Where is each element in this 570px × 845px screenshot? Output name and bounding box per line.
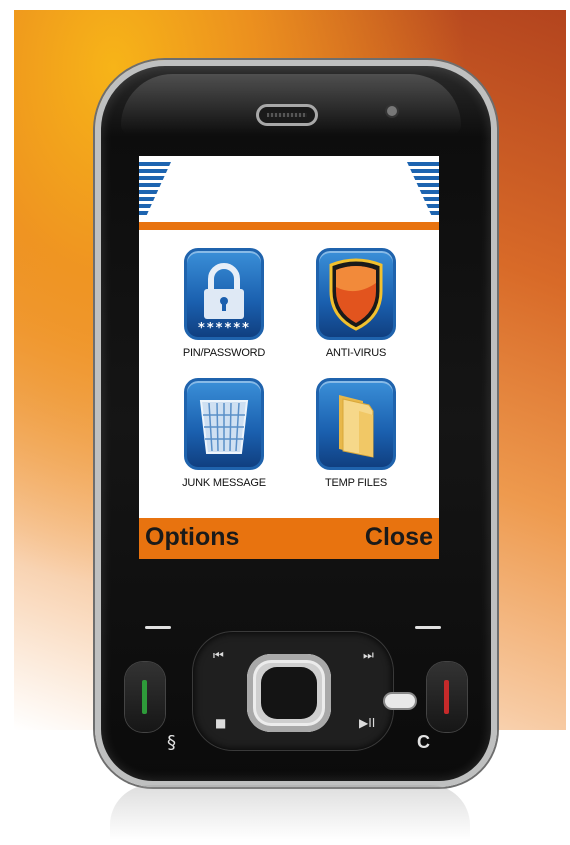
app-label: ANTI-VIRUS <box>325 347 387 359</box>
padlock-icon: ****** <box>184 248 264 340</box>
earpiece-speaker <box>256 104 318 126</box>
app-pin-password[interactable]: ****** PIN/PASSWORD <box>159 248 289 359</box>
next-track-icon[interactable]: ⏭ <box>363 648 374 663</box>
signal-bars-left-icon <box>139 162 171 218</box>
app-junk-message[interactable]: JUNK MESSAGE <box>159 378 289 489</box>
softkey-bar: Options Close <box>139 518 439 559</box>
close-softkey[interactable]: Close <box>365 523 433 552</box>
left-selection-key[interactable] <box>145 626 171 629</box>
header-divider <box>139 222 439 230</box>
folder-icon <box>316 378 396 470</box>
app-label: JUNK MESSAGE <box>182 477 266 489</box>
previous-track-icon[interactable]: ⏮ <box>213 648 224 663</box>
app-temp-files[interactable]: TEMP FILES <box>291 378 421 489</box>
wastebasket-icon <box>184 378 264 470</box>
mobile-phone: ****** PIN/PASSWORD ANTI-VIRUS JUNK MESS… <box>95 60 497 787</box>
screen-header <box>139 156 439 226</box>
pin-mask-text: ****** <box>197 321 251 336</box>
app-anti-virus[interactable]: ANTI-VIRUS <box>291 248 421 359</box>
keypad: ⏮ ⏭ ■ ▶II § C <box>105 614 475 764</box>
phone-screen: ****** PIN/PASSWORD ANTI-VIRUS JUNK MESS… <box>139 156 439 559</box>
menu-key-icon[interactable]: § <box>167 732 176 753</box>
app-label: TEMP FILES <box>325 477 387 489</box>
app-label: PIN/PASSWORD <box>182 347 266 359</box>
signal-bars-right-icon <box>407 162 439 218</box>
play-pause-icon[interactable]: ▶II <box>359 716 375 730</box>
end-call-button[interactable] <box>427 662 467 732</box>
navigation-center-button[interactable] <box>247 654 331 732</box>
shield-icon <box>316 248 396 340</box>
phone-reflection <box>110 785 470 840</box>
right-selection-key[interactable] <box>415 626 441 629</box>
front-camera <box>387 106 397 116</box>
options-softkey[interactable]: Options <box>145 523 239 552</box>
slider-toggle[interactable] <box>385 694 415 708</box>
call-button[interactable] <box>125 662 165 732</box>
stop-icon[interactable]: ■ <box>215 716 226 730</box>
clear-key[interactable]: C <box>417 732 430 753</box>
